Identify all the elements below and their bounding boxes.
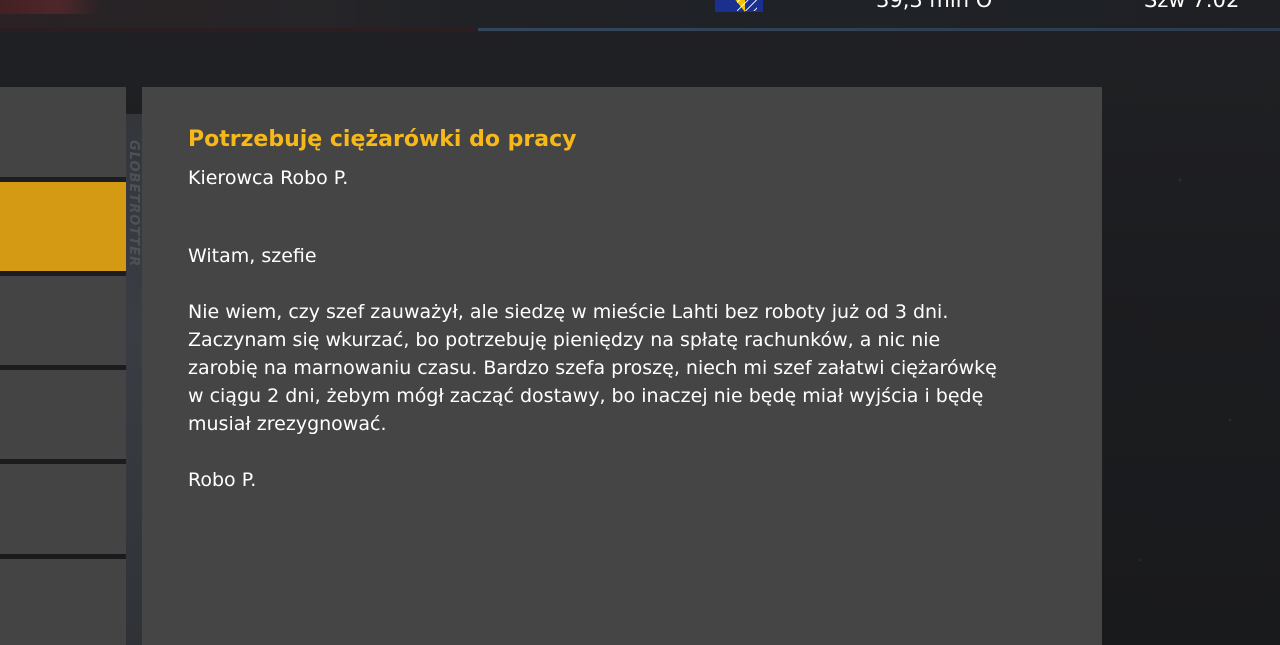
game-screen: 39,3 min O Szw 7:02 GLOBETROTTER Potrzeb… — [0, 0, 1280, 645]
message-text: Nie wiem, czy szef zauważył, ale siedzę … — [188, 301, 997, 435]
message-sender: Kierowca Robo P. — [188, 167, 349, 189]
message-list-item[interactable] — [0, 276, 126, 365]
message-signature: Robo P. — [188, 469, 257, 491]
message-list-item[interactable] — [0, 559, 126, 645]
message-list-item[interactable] — [0, 370, 126, 459]
message-list-item-selected[interactable] — [0, 182, 126, 271]
message-body: Witam, szefie Nie wiem, czy szef zauważy… — [188, 242, 1008, 494]
hud-divider — [478, 28, 1280, 31]
globetrotter-watermark: GLOBETROTTER — [126, 140, 141, 268]
message-list-item[interactable] — [0, 87, 126, 177]
message-greeting: Witam, szefie — [188, 245, 317, 267]
message-panel: Potrzebuję ciężarówki do pracy Kierowca … — [142, 87, 1102, 645]
top-hud-bar: 39,3 min O Szw 7:02 — [0, 0, 1280, 32]
hud-divider — [0, 28, 478, 32]
bosnia-flag-icon — [715, 0, 763, 12]
hud-game-time: Szw 7:02 — [1144, 0, 1240, 12]
hud-decoration — [0, 0, 100, 14]
message-subject: Potrzebuję ciężarówki do pracy — [188, 127, 577, 152]
hud-distance-readout: 39,3 min O — [876, 0, 993, 12]
message-list — [0, 87, 126, 645]
message-list-item[interactable] — [0, 464, 126, 554]
